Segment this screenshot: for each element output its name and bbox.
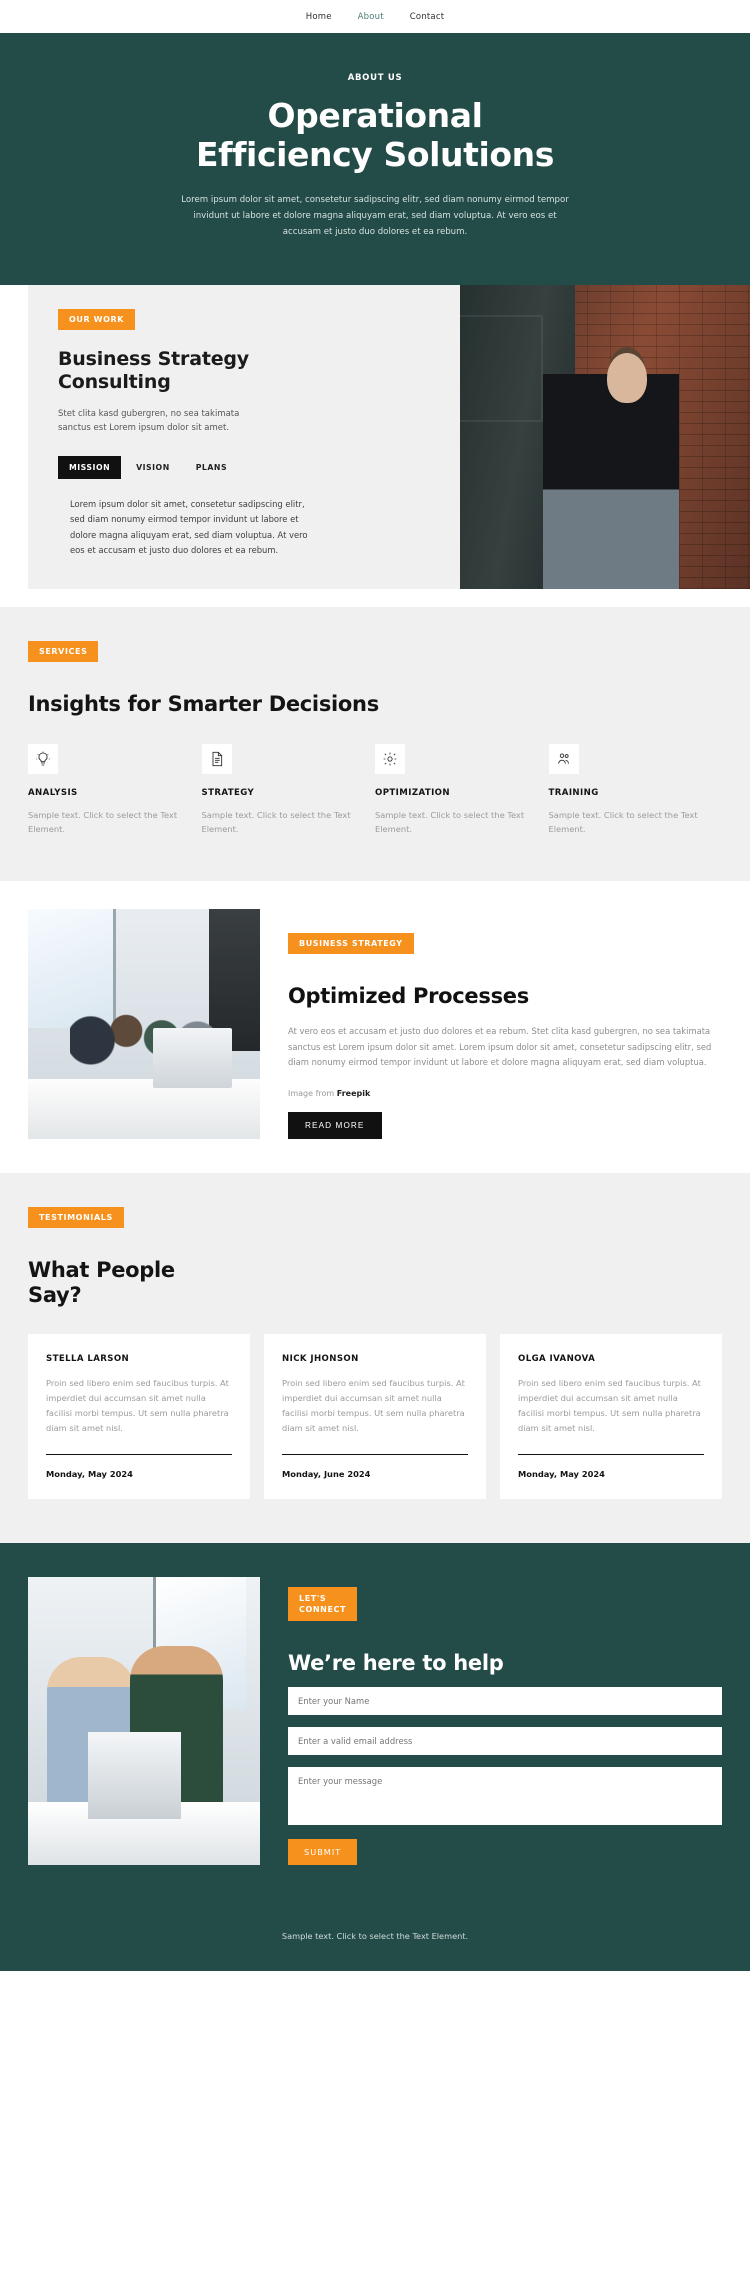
our-work-tablist: MISSION VISION PLANS [58,455,432,479]
gear-icon [375,743,405,774]
service-item-optimization[interactable]: OPTIMIZATION Sample text. Click to selec… [375,743,549,837]
image-credit: Image from Freepik [288,1089,722,1098]
services-title: Insights for Smarter Decisions [28,691,379,716]
testimonial-quote: Proin sed libero enim sed faucibus turpi… [282,1378,465,1433]
testimonial-date: Monday, June 2024 [282,1468,371,1479]
testimonials-title: What People Say? [28,1258,228,1308]
our-work-badge: OUR WORK [58,308,136,330]
service-item-strategy[interactable]: STRATEGY Sample text. Click to select th… [201,743,376,837]
contact-badge: LET'S CONNECT [288,1586,358,1622]
hero-paragraph: Lorem ipsum dolor sit amet, consetetur s… [181,194,569,237]
process-title: Optimized Processes [288,983,529,1008]
services-badge: SERVICES [28,640,99,662]
email-input[interactable] [288,1727,722,1756]
nav-item-home[interactable]: Home [306,12,332,22]
testimonial-date: Monday, May 2024 [518,1468,605,1479]
process-badge: BUSINESS STRATEGY [288,932,414,954]
our-work-section: OUR WORK Business Strategy Consulting St… [0,284,750,607]
testimonial-author: NICK JHONSON [282,1354,359,1364]
contact-title: We’re here to help [288,1651,504,1676]
testimonials-grid: STELLA LARSON Proin sed libero enim sed … [28,1334,722,1499]
tab-plans[interactable]: PLANS [185,456,238,479]
testimonials-badge: TESTIMONIALS [28,1206,124,1228]
image-credit-prefix: Image from [288,1088,337,1098]
hero-title-line-2: Efficiency Solutions [195,134,554,174]
monitor-shape [88,1732,182,1819]
service-name: STRATEGY [201,787,255,798]
checklist-document-icon [201,743,232,774]
process-photo [28,908,260,1139]
services-section: SERVICES Insights for Smarter Decisions … [0,606,750,881]
image-credit-source[interactable]: Freepik [337,1089,371,1098]
testimonial-card: NICK JHONSON Proin sed libero enim sed f… [264,1334,486,1499]
testimonial-divider [518,1453,704,1455]
service-text: Sample text. Click to select the Text El… [201,809,351,835]
our-work-lead: Stet clita kasd gubergren, no sea takima… [58,408,240,434]
read-more-button[interactable]: READ MORE [288,1111,382,1139]
nav-item-contact[interactable]: Contact [410,12,444,22]
contact-badge-line-2: CONNECT [299,1604,347,1614]
contact-photo [28,1576,260,1866]
submit-button[interactable]: SUBMIT [288,1839,358,1866]
top-navigation: Home About Contact [0,0,750,33]
our-work-tab-body: Lorem ipsum dolor sit amet, consetetur s… [70,498,308,556]
testimonial-divider [282,1453,468,1455]
service-text: Sample text. Click to select the Text El… [28,809,178,835]
testimonials-section: TESTIMONIALS What People Say? STELLA LAR… [0,1172,750,1543]
services-grid: ANALYSIS Sample text. Click to select th… [28,743,723,837]
testimonial-card: STELLA LARSON Proin sed libero enim sed … [28,1334,250,1499]
service-text: Sample text. Click to select the Text El… [548,809,698,835]
contact-body: LET'S CONNECT We’re here to help SUBMIT [260,1577,722,1866]
hero-eyebrow: ABOUT US [347,73,403,83]
service-name: ANALYSIS [28,787,78,798]
testimonials-title-line-1: What People [28,1257,175,1282]
testimonial-divider [46,1453,232,1455]
our-work-title-line-1: Business Strategy [58,347,249,370]
service-item-analysis[interactable]: ANALYSIS Sample text. Click to select th… [28,743,202,837]
tab-vision[interactable]: VISION [125,456,181,479]
name-input[interactable] [288,1687,722,1716]
nav-item-about[interactable]: About [358,12,384,22]
testimonial-quote: Proin sed libero enim sed faucibus turpi… [46,1378,229,1433]
process-body: BUSINESS STRATEGY Optimized Processes At… [260,909,722,1139]
service-name: OPTIMIZATION [375,787,450,798]
lightbulb-icon [28,743,58,774]
service-name: TRAINING [548,787,599,798]
testimonial-quote: Proin sed libero enim sed faucibus turpi… [518,1378,701,1433]
contact-section: LET'S CONNECT We’re here to help SUBMIT [0,1542,750,1910]
message-textarea[interactable] [288,1767,722,1826]
tab-mission[interactable]: MISSION [58,455,122,479]
testimonial-date: Monday, May 2024 [46,1468,133,1479]
our-work-title: Business Strategy Consulting [58,348,432,394]
contact-badge-line-1: LET'S [299,1593,327,1603]
our-work-title-line-2: Consulting [58,370,171,393]
service-text: Sample text. Click to select the Text El… [375,809,525,835]
monitor-shape [153,1028,233,1089]
our-work-card: OUR WORK Business Strategy Consulting St… [28,284,460,589]
testimonial-card: OLGA IVANOVA Proin sed libero enim sed f… [500,1334,722,1499]
service-item-training[interactable]: TRAINING Sample text. Click to select th… [548,743,723,837]
person-figure [542,327,679,589]
hero-title: Operational Efficiency Solutions [0,96,750,175]
footer-text: Sample text. Click to select the Text El… [281,1931,469,1942]
process-text: At vero eos et accusam et justo duo dolo… [288,1025,712,1068]
process-section: BUSINESS STRATEGY Optimized Processes At… [0,880,750,1173]
our-work-photo [426,284,750,589]
hero-title-line-1: Operational [267,96,483,135]
person-head [606,353,647,404]
testimonial-author: STELLA LARSON [46,1354,130,1364]
people-icon [548,743,579,774]
testimonials-title-line-2: Say? [28,1282,82,1307]
footer: Sample text. Click to select the Text El… [0,1909,750,1972]
testimonial-author: OLGA IVANOVA [518,1354,596,1364]
hero-section: ABOUT US Operational Efficiency Solution… [0,33,750,285]
